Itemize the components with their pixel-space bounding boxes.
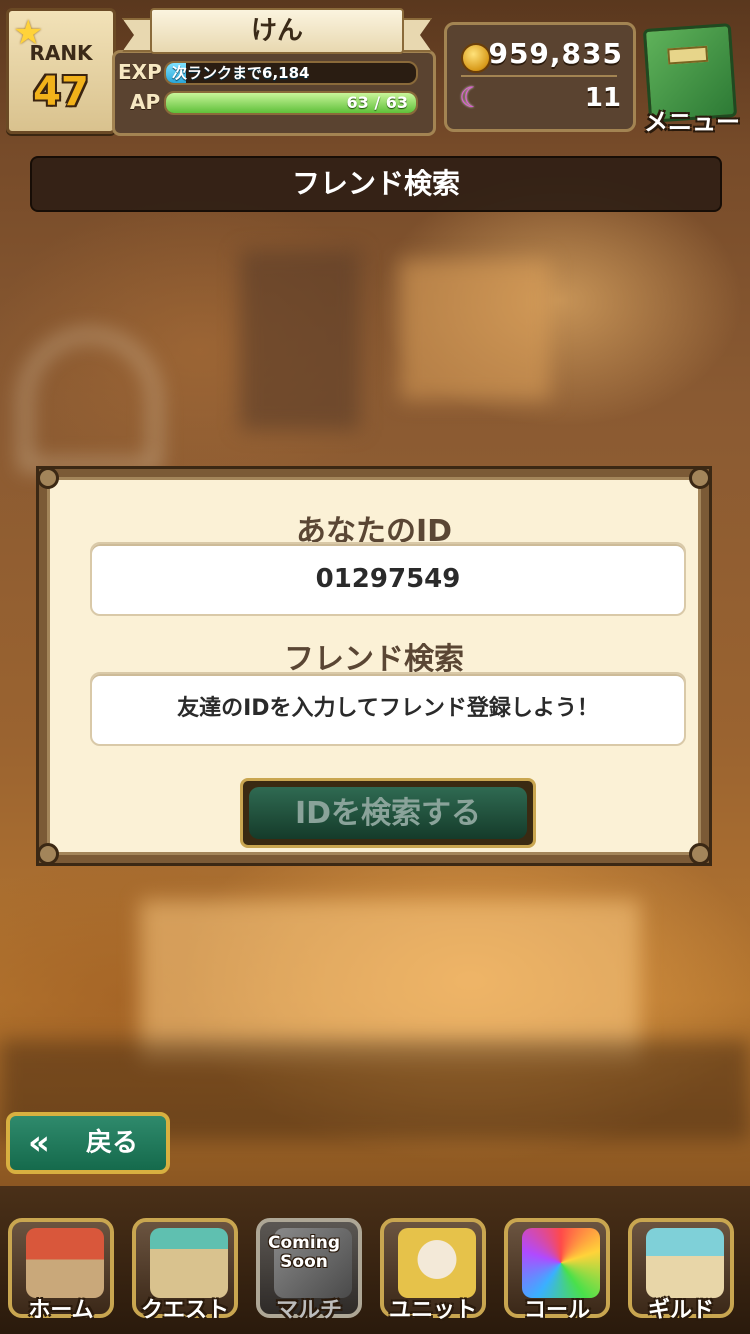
double-chevron-left-icon: « — [28, 1123, 50, 1163]
rank-number: 47 — [33, 69, 89, 115]
nav-call[interactable]: コール — [498, 1212, 616, 1330]
corner-ornament — [689, 843, 711, 865]
corner-ornament — [689, 467, 711, 489]
nav-quest-label: クエスト — [140, 1298, 229, 1323]
menu-label: メニュー — [644, 108, 740, 136]
currency-divider — [461, 75, 617, 77]
search-id-button[interactable]: IDを検索する — [240, 778, 536, 848]
friend-id-input[interactable]: 友達のIDを入力してフレンド登録しよう！ — [90, 672, 686, 746]
header-bar: ★ RANK 47 けん EXP 次ランクまで6,184 AP 63 / 63 … — [0, 0, 750, 148]
gem-count: 11 — [584, 83, 621, 113]
rank-label: RANK — [29, 41, 93, 65]
rank-card[interactable]: ★ RANK 47 — [6, 8, 116, 134]
coin-count: 959,835 — [488, 37, 623, 70]
nav-multi-label: マルチ — [275, 1298, 342, 1323]
corner-ornament — [37, 843, 59, 865]
corner-ornament — [37, 467, 59, 489]
nav-call-label: コール — [523, 1298, 590, 1323]
page-title: フレンド検索 — [30, 156, 722, 212]
currency-panel[interactable]: 959,835 ☾ 11 — [444, 22, 636, 132]
nav-guild-label: ギルド — [647, 1298, 714, 1323]
dialog-body: あなたのID 01297549 フレンド検索 友達のIDを入力してフレンド登録し… — [47, 477, 701, 855]
back-label: 戻る — [86, 1128, 139, 1158]
back-button[interactable]: « 戻る — [6, 1112, 170, 1174]
nav-guild[interactable]: ギルド — [622, 1212, 740, 1330]
nav-unit-label: ユニット — [388, 1298, 477, 1323]
nav-home-label: ホーム — [28, 1298, 94, 1323]
ap-label: AP — [130, 90, 161, 114]
home-icon — [26, 1228, 104, 1298]
search-id-button-label: IDを検索する — [249, 787, 527, 839]
exp-label: EXP — [118, 60, 162, 84]
ap-bar: 63 / 63 — [164, 91, 418, 115]
player-name[interactable]: けん — [150, 8, 404, 54]
friend-search-dialog: あなたのID 01297549 フレンド検索 友達のIDを入力してフレンド登録し… — [36, 466, 712, 866]
menu-button[interactable]: メニュー — [638, 22, 746, 136]
book-plate — [667, 45, 709, 65]
ap-text: 63 / 63 — [346, 93, 408, 112]
guild-icon — [646, 1228, 724, 1298]
exp-text: 次ランクまで6,184 — [172, 64, 310, 82]
your-id-field: 01297549 — [90, 542, 686, 616]
nav-quest[interactable]: クエスト — [126, 1212, 244, 1330]
exp-bar: 次ランクまで6,184 — [164, 61, 418, 85]
nav-multi[interactable]: Coming Soon マルチ — [250, 1212, 368, 1330]
coming-soon-badge: Coming Soon — [268, 1233, 340, 1272]
nav-unit[interactable]: ユニット — [374, 1212, 492, 1330]
unit-icon — [398, 1228, 476, 1298]
bottom-nav: ホーム クエスト Coming Soon マルチ ユニット コール ギルド — [0, 1186, 750, 1334]
coin-icon — [461, 43, 491, 73]
nav-home[interactable]: ホーム — [2, 1212, 120, 1330]
rainbow-moon-icon: ☾ — [459, 81, 485, 114]
call-icon — [522, 1228, 600, 1298]
quest-gate-icon — [150, 1228, 228, 1298]
